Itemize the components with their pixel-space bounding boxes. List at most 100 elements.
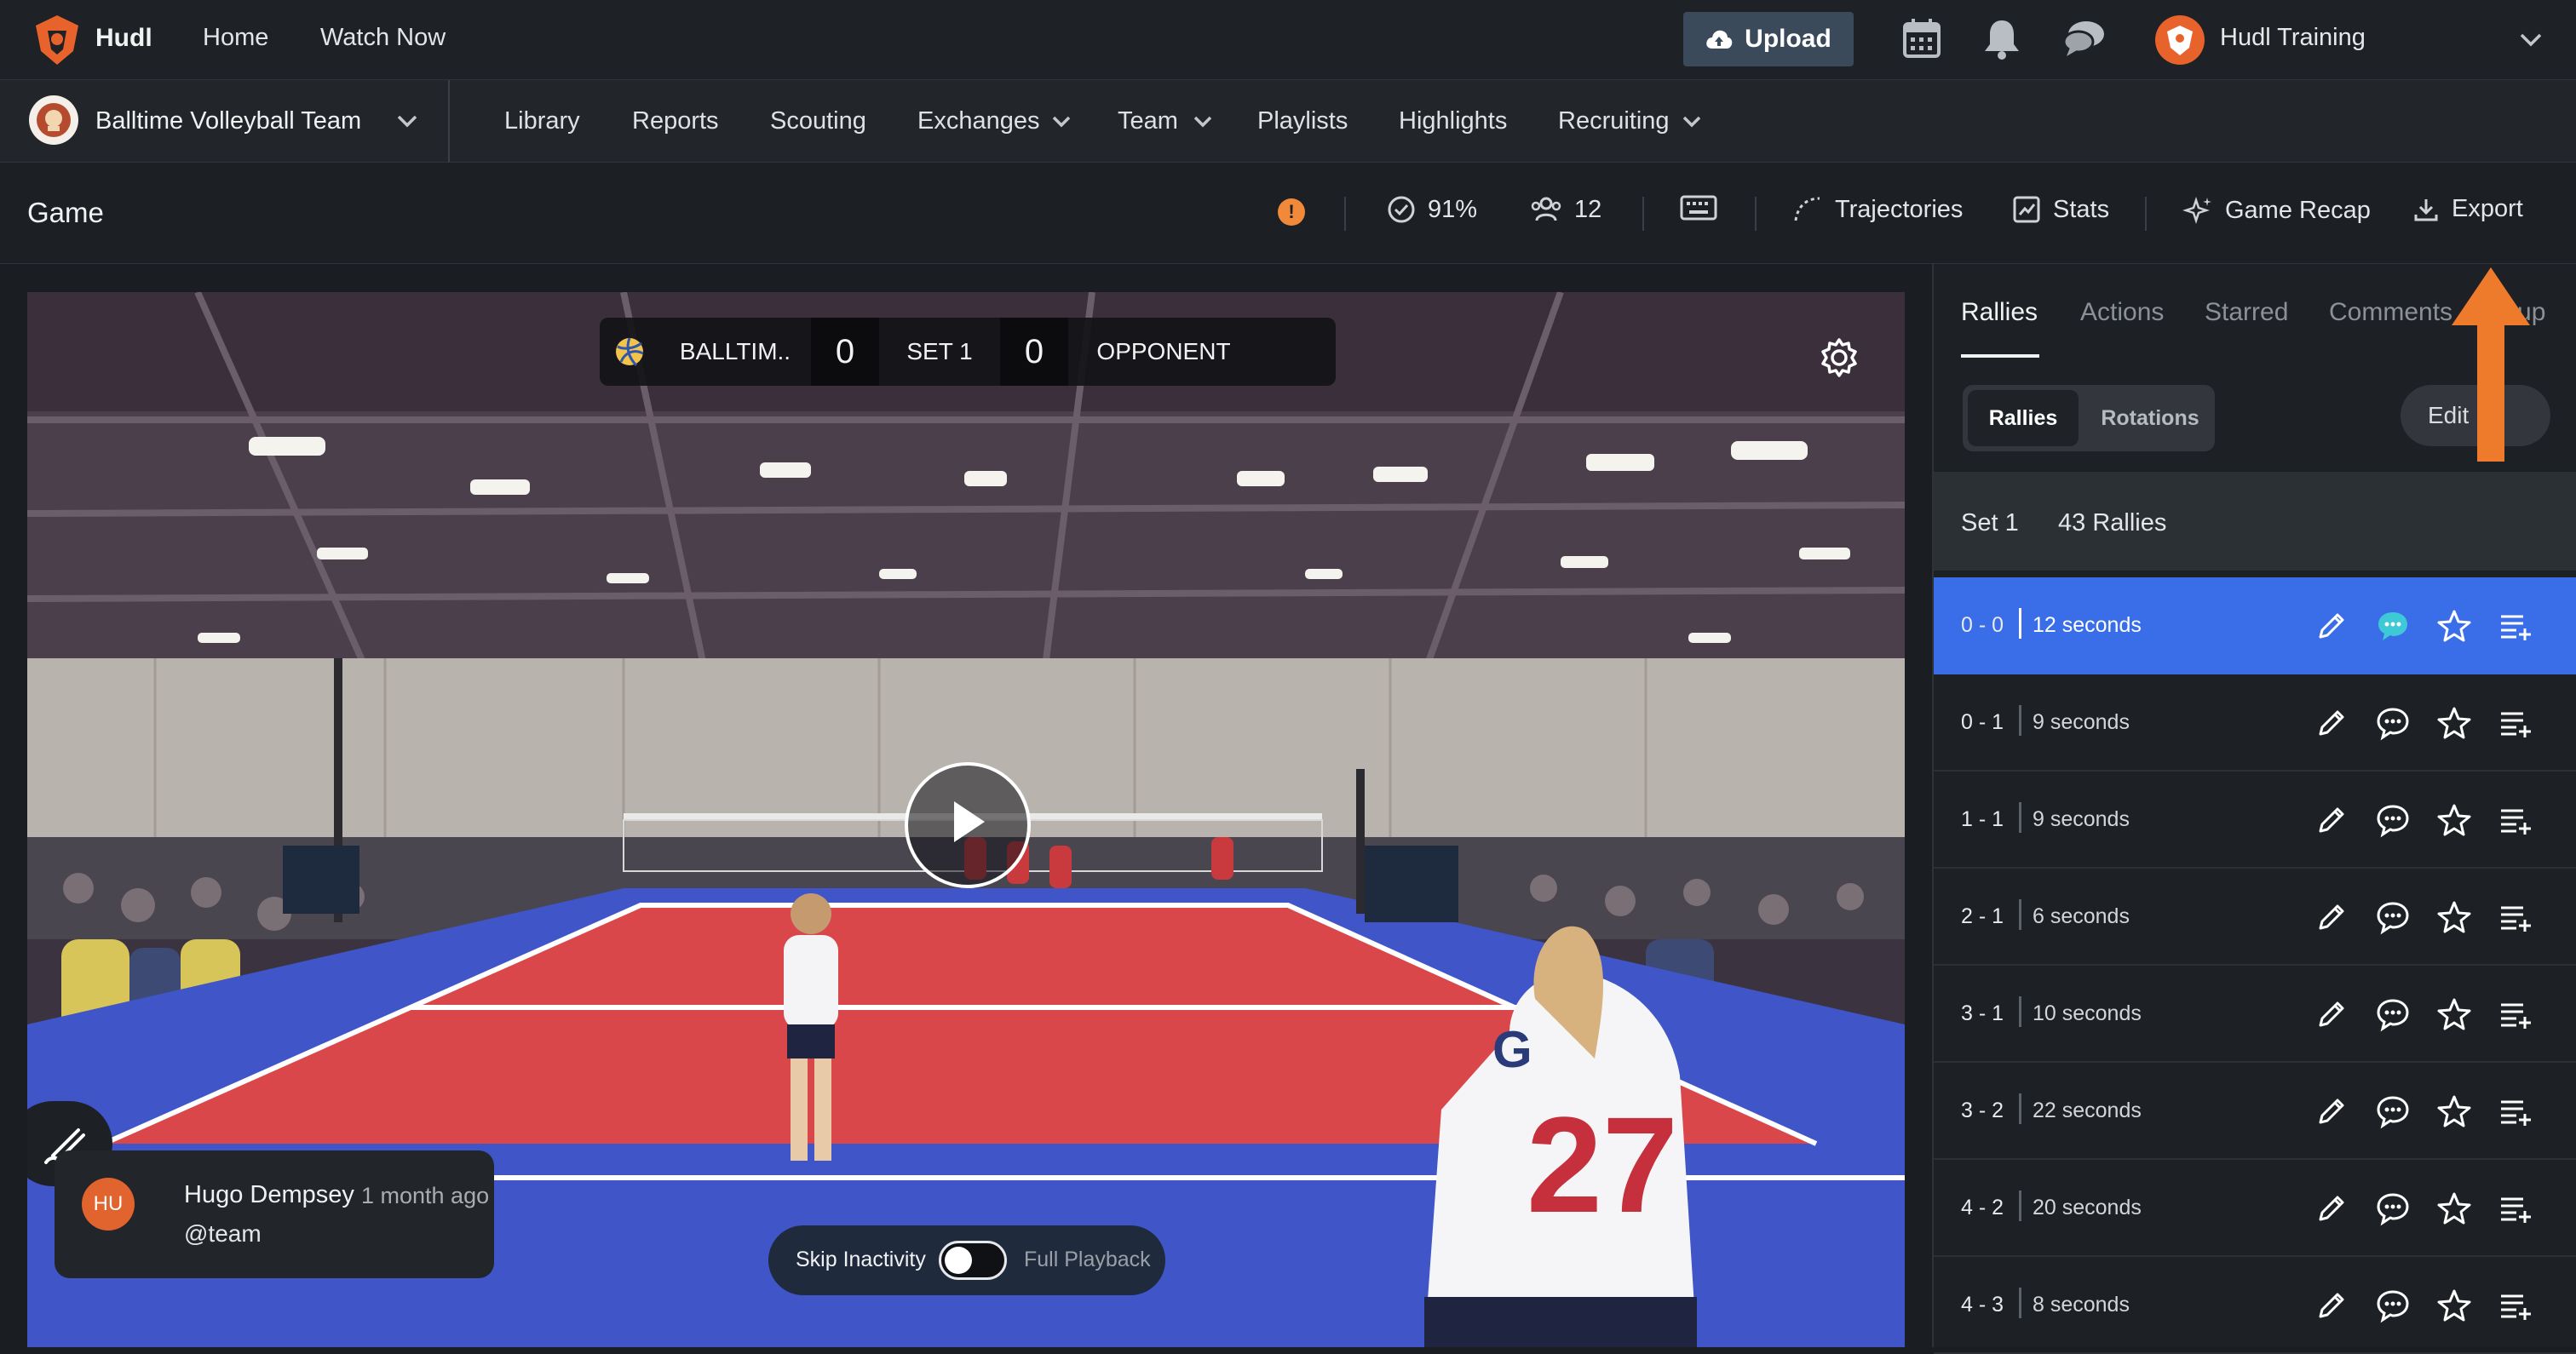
stats-button[interactable]: Stats	[2012, 195, 2109, 224]
rally-row[interactable]: 0 - 0 12 seconds	[1934, 577, 2576, 674]
comment-text: @team	[184, 1220, 262, 1247]
star-icon[interactable]	[2436, 705, 2472, 741]
user-avatar[interactable]	[2155, 15, 2205, 65]
keyboard-shortcuts-button[interactable]	[1680, 195, 1717, 221]
bell-icon[interactable]	[1978, 15, 2026, 63]
team-logo[interactable]	[29, 95, 78, 145]
chevron-down-icon[interactable]	[1191, 109, 1215, 133]
nav-library[interactable]: Library	[504, 107, 580, 135]
upload-button[interactable]: Upload	[1683, 12, 1854, 66]
pencil-icon[interactable]	[2314, 1190, 2349, 1226]
add-to-playlist-icon[interactable]	[2498, 1093, 2533, 1129]
nav-home[interactable]: Home	[203, 24, 268, 52]
video-player[interactable]: 27 G BALLTIM.. 0 SET 1 0 OPPONENT HU Hug…	[27, 292, 1905, 1347]
tab-comments[interactable]: Comments	[2329, 298, 2452, 327]
user-name[interactable]: Hudl Training	[2220, 24, 2366, 52]
rally-score: 4 - 3	[1961, 1293, 2004, 1317]
players-count: 12	[1574, 195, 1602, 223]
svg-text:G: G	[1492, 1021, 1532, 1078]
calendar-icon[interactable]	[1898, 15, 1946, 63]
comment-icon[interactable]	[2375, 608, 2411, 644]
skip-inactivity-switch[interactable]	[939, 1241, 1007, 1280]
comment-icon[interactable]	[2375, 1288, 2411, 1323]
chevron-down-icon[interactable]	[1049, 109, 1073, 133]
rally-row[interactable]: 2 - 1 6 seconds	[1934, 869, 2576, 966]
add-to-playlist-icon[interactable]	[2498, 899, 2533, 935]
rally-row[interactable]: 3 - 2 22 seconds	[1934, 1063, 2576, 1160]
rally-row[interactable]: 1 - 1 9 seconds	[1934, 772, 2576, 869]
comment-icon[interactable]	[2375, 996, 2411, 1032]
rally-divider	[2019, 899, 2021, 930]
rally-duration: 6 seconds	[2033, 904, 2130, 928]
stats-label: Stats	[2053, 195, 2110, 223]
rally-row[interactable]: 3 - 1 10 seconds	[1934, 966, 2576, 1063]
comment-icon[interactable]	[2375, 1190, 2411, 1226]
pencil-icon[interactable]	[2314, 1288, 2349, 1323]
add-to-playlist-icon[interactable]	[2498, 608, 2533, 644]
star-icon[interactable]	[2436, 608, 2472, 644]
chevron-down-icon[interactable]	[1680, 109, 1704, 133]
nav-highlights[interactable]: Highlights	[1399, 107, 1507, 135]
tab-rallies[interactable]: Rallies	[1961, 298, 2038, 327]
team-name[interactable]: Balltime Volleyball Team	[95, 107, 361, 135]
pencil-icon[interactable]	[2314, 705, 2349, 741]
chevron-down-icon[interactable]	[2516, 26, 2545, 55]
play-button[interactable]	[905, 762, 1031, 888]
brand-name[interactable]: Hudl	[95, 24, 152, 53]
pencil-icon[interactable]	[2314, 996, 2349, 1032]
accuracy-indicator[interactable]: 91%	[1387, 195, 1477, 224]
players-indicator[interactable]: 12	[1530, 195, 1601, 224]
star-icon[interactable]	[2436, 1093, 2472, 1129]
rally-row[interactable]: 0 - 1 9 seconds	[1934, 674, 2576, 772]
game-recap-button[interactable]: Game Recap	[2182, 195, 2371, 226]
nav-recruiting[interactable]: Recruiting	[1558, 107, 1670, 135]
rally-row[interactable]: 4 - 2 20 seconds	[1934, 1160, 2576, 1257]
nav-playlists[interactable]: Playlists	[1257, 107, 1348, 135]
star-icon[interactable]	[2436, 802, 2472, 838]
hudl-logo-icon[interactable]	[29, 12, 85, 68]
skip-inactivity-label[interactable]: Skip Inactivity	[796, 1248, 926, 1272]
download-icon	[2414, 198, 2438, 221]
set-label: Set 1	[1961, 509, 2019, 536]
star-icon[interactable]	[2436, 899, 2472, 935]
pencil-icon[interactable]	[2314, 899, 2349, 935]
comment-icon[interactable]	[2375, 705, 2411, 741]
rally-divider	[2019, 996, 2021, 1027]
comment-icon[interactable]	[2375, 802, 2411, 838]
rally-duration: 10 seconds	[2033, 1001, 2142, 1025]
nav-team[interactable]: Team	[1118, 107, 1178, 135]
chevron-down-icon[interactable]	[394, 107, 421, 135]
nav-scouting[interactable]: Scouting	[770, 107, 866, 135]
comment-icon[interactable]	[2375, 899, 2411, 935]
pencil-icon[interactable]	[2314, 1093, 2349, 1129]
nav-exchanges[interactable]: Exchanges	[917, 107, 1040, 135]
rally-row[interactable]: 4 - 3 8 seconds	[1934, 1257, 2576, 1354]
add-to-playlist-icon[interactable]	[2498, 1288, 2533, 1323]
tab-actions[interactable]: Actions	[2080, 298, 2164, 327]
chat-icon[interactable]	[2060, 15, 2107, 63]
star-icon[interactable]	[2436, 1190, 2472, 1226]
star-icon[interactable]	[2436, 1288, 2472, 1323]
trajectories-button[interactable]: Trajectories	[1792, 195, 1963, 224]
add-to-playlist-icon[interactable]	[2498, 802, 2533, 838]
pencil-icon[interactable]	[2314, 608, 2349, 644]
pencil-icon[interactable]	[2314, 802, 2349, 838]
warning-icon[interactable]: !	[1278, 198, 1305, 226]
rally-score: 0 - 0	[1961, 613, 2004, 637]
nav-reports[interactable]: Reports	[632, 107, 719, 135]
nav-watch-now[interactable]: Watch Now	[320, 24, 446, 52]
comment-icon[interactable]	[2375, 1093, 2411, 1129]
segment-rotations[interactable]: Rotations	[2090, 390, 2210, 446]
tab-starred[interactable]: Starred	[2205, 298, 2288, 327]
add-to-playlist-icon[interactable]	[2498, 705, 2533, 741]
star-icon[interactable]	[2436, 996, 2472, 1032]
comment-bubble[interactable]: HU Hugo Dempsey 1 month ago @team	[55, 1150, 494, 1278]
add-to-playlist-icon[interactable]	[2498, 1190, 2533, 1226]
segment-rallies[interactable]: Rallies	[1968, 390, 2079, 446]
gear-icon[interactable]	[1818, 336, 1860, 379]
add-to-playlist-icon[interactable]	[2498, 996, 2533, 1032]
rally-duration: 8 seconds	[2033, 1293, 2130, 1317]
export-button[interactable]: Export	[2412, 195, 2523, 223]
full-playback-label[interactable]: Full Playback	[1024, 1248, 1151, 1272]
home-team-score: 0	[811, 318, 879, 386]
